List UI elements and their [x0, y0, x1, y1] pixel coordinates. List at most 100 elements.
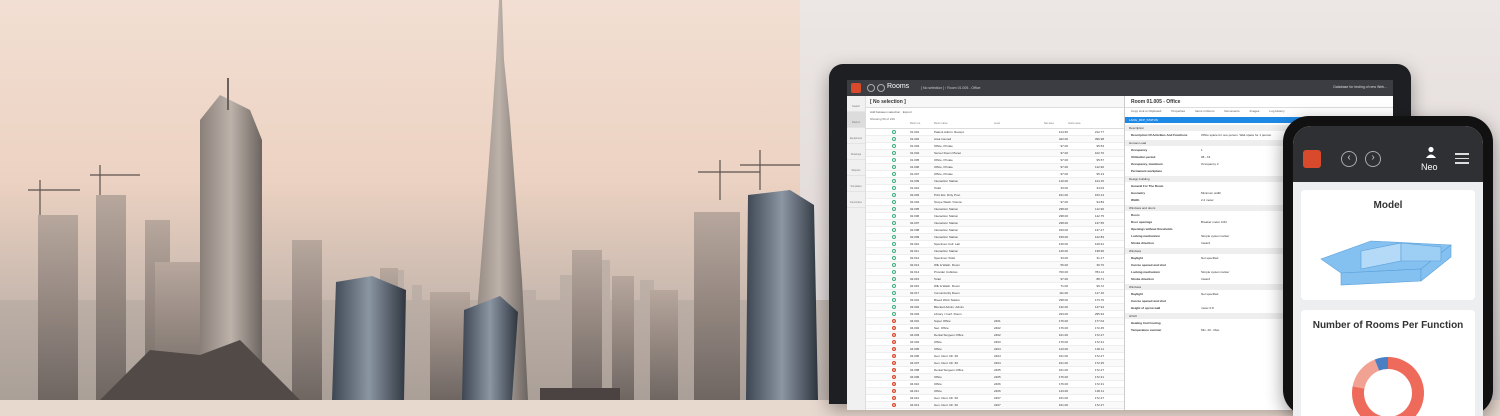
table-row[interactable]: 02.016 Wlk & Wash. Room 71.00 99.72: [866, 283, 1124, 290]
table-row[interactable]: 01.006 Office, Private 97.00 112.90: [866, 164, 1124, 171]
table-row[interactable]: 01.004 Server Room Planet 97.00 102.70: [866, 150, 1124, 157]
database-label[interactable]: Database for testing of new Web...: [1333, 85, 1387, 89]
table-row[interactable]: 04.010 Office 2406 176.00 172.31: [866, 381, 1124, 388]
table-row[interactable]: 02.005 Interaction Station 238.00 112.90: [866, 206, 1124, 213]
table-row[interactable]: 04.006 Gen. Dent. Dir. 60 2404 161.00 172.27: [866, 353, 1124, 360]
table-cell: Office, Private: [934, 165, 953, 169]
detail-tab[interactable]: Log History: [1269, 109, 1284, 116]
table-cell: 137.55: [1094, 221, 1104, 225]
rail-item-drawings[interactable]: Drawings: [847, 144, 865, 160]
list-toolbar[interactable]: Add between selection · Export: [866, 108, 1124, 116]
table-cell: 172.31: [1094, 375, 1104, 379]
app-logo[interactable]: [851, 83, 861, 93]
table-row[interactable]: 02.006 Interaction Station 238.00 142.75: [866, 213, 1124, 220]
property-value[interactable]: Inward: [1201, 241, 1210, 245]
property-value[interactable]: Inward: [1201, 277, 1210, 281]
detail-tab[interactable]: Properties: [1171, 109, 1185, 116]
model-3d-view[interactable]: [1301, 211, 1475, 291]
property-value[interactable]: Minimum width: [1201, 191, 1221, 195]
back-icon[interactable]: [867, 84, 875, 92]
table-cell: Dental Surgeon Office: [934, 333, 964, 337]
table-row[interactable]: 03.002 Blocked Admin. Admin 132.00 147.94: [866, 304, 1124, 311]
table-cell: 176.00: [1058, 382, 1068, 386]
breadcrumb[interactable]: [ No selection ] › Room 01.005 - Office: [921, 86, 980, 90]
table-row[interactable]: 01.001 Patient Admin. Recept. 124.60 212.77: [866, 129, 1124, 136]
property-value[interactable]: 08 - 16: [1201, 155, 1210, 159]
menu-icon[interactable]: [1455, 153, 1469, 167]
table-cell: 238.00: [1058, 298, 1068, 302]
table-row[interactable]: 02.012 Specimen Toilet 33.00 31.17: [866, 255, 1124, 262]
table-cell: Immunize/Inj Room: [934, 291, 960, 295]
table-row[interactable]: 02.007 Interaction Station 238.00 137.55: [866, 220, 1124, 227]
table-cell: Breed Work Station: [934, 298, 960, 302]
table-row[interactable]: 02.011 Interaction Station 140.00 138.96: [866, 248, 1124, 255]
table-row[interactable]: 02.017 Immunize/Inj Room 111.00 117.16: [866, 290, 1124, 297]
table-row[interactable]: 02.004 Scope Wash / Decon 97.00 94.83: [866, 199, 1124, 206]
status-icon: [892, 291, 896, 295]
table-row[interactable]: 01.005 Office, Private 97.00 95.57: [866, 157, 1124, 164]
rail-item-rooms[interactable]: Rooms: [847, 112, 865, 128]
table-row[interactable]: 01.010 Toilet 33.00 34.03: [866, 185, 1124, 192]
user-name[interactable]: Neo: [1421, 162, 1438, 172]
app-logo[interactable]: [1303, 150, 1321, 168]
table-row[interactable]: 04.005 Office 2404 143.00 130.11: [866, 346, 1124, 353]
property-value[interactable]: Not specified: [1201, 292, 1218, 296]
property-value[interactable]: Simple system locker: [1201, 234, 1229, 238]
table-row[interactable]: 03.003 Library / Conf. Room 243.00 295.94: [866, 311, 1124, 318]
table-row[interactable]: 04.013 Gen. Dent. Dir. 60 2407 161.00 172.27: [866, 402, 1124, 409]
rooms-donut-chart[interactable]: [1301, 331, 1475, 416]
table-row[interactable]: 04.012 Gen. Dent. Dir. 60 2407 161.00 172.27: [866, 395, 1124, 402]
table-row[interactable]: 01.009 Interaction Station 110.00 124.15: [866, 178, 1124, 185]
detail-tab[interactable]: Documents: [1224, 109, 1239, 116]
table-row[interactable]: 02.014 Provider Cubicles 700.00 784.14: [866, 269, 1124, 276]
property-value[interactable]: Not specified: [1201, 256, 1218, 260]
table-row[interactable]: 02.010 Specimen Coll. Lab 126.00 129.91: [866, 241, 1124, 248]
rail-item-equipment[interactable]: Equipment: [847, 128, 865, 144]
table-row[interactable]: 04.004 Office 2403 176.00 172.31: [866, 339, 1124, 346]
table-row[interactable]: 02.013 Wlk & Wash. Room 56.00 39.70: [866, 262, 1124, 269]
table-row[interactable]: 04.009 Office 2405 176.00 172.31: [866, 374, 1124, 381]
table-row[interactable]: 02.008 Interaction Station 159.00 137.27: [866, 227, 1124, 234]
table-row[interactable]: 03.001 Breed Work Station 238.00 173.76: [866, 297, 1124, 304]
back-icon[interactable]: ‹: [1341, 151, 1357, 167]
table-row[interactable]: 04.002 Sec. Office 2402 176.00 172.45: [866, 325, 1124, 332]
property-value[interactable]: Office space for one person. Wait space …: [1201, 133, 1272, 137]
property-value[interactable]: meter 0.8: [1201, 306, 1214, 310]
donut-slice[interactable]: [1352, 359, 1380, 389]
table-row[interactable]: 01.003 Office, Private 97.00 95.53: [866, 143, 1124, 150]
table-row[interactable]: 01.002 Area Insured 422.00 496.98: [866, 136, 1124, 143]
status-icon: [892, 200, 896, 204]
rail-item-favourites[interactable]: Favourites: [847, 192, 865, 208]
rail-item-reports[interactable]: Reports: [847, 160, 865, 176]
detail-tab[interactable]: Items in Room: [1195, 109, 1214, 116]
detail-tab[interactable]: Images: [1250, 109, 1260, 116]
table-cell: 2404: [994, 354, 1001, 358]
table-cell: 172.31: [1094, 382, 1104, 386]
property-value[interactable]: Occupancy 2: [1201, 162, 1219, 166]
property-value[interactable]: 1: [1201, 148, 1203, 152]
user-icon[interactable]: [1425, 146, 1437, 158]
phone-screen: ‹ › Neo Model Number of Rooms Per Functi…: [1293, 126, 1483, 416]
property-value[interactable]: 2.2 meter: [1201, 198, 1214, 202]
table-row[interactable]: 04.003 Dental Surgeon Office 2402 161.00 172…: [866, 332, 1124, 339]
rail-item-templates[interactable]: Templates: [847, 176, 865, 192]
table-row[interactable]: 04.007 Gen. Dent. Dir. 60 2404 161.00 172.25: [866, 360, 1124, 367]
table-row[interactable]: 02.003 Print Etc. Dirty Proc. 161.00 153.13: [866, 192, 1124, 199]
table-row[interactable]: 04.011 Office 2406 143.00 130.11: [866, 388, 1124, 395]
table-row[interactable]: 02.015 Toilet 97.00 88.71: [866, 276, 1124, 283]
rail-item-search[interactable]: Search: [847, 96, 865, 112]
property-value[interactable]: Breaker meter 0.84: [1201, 220, 1227, 224]
table-cell: Scope Wash / Decon: [934, 200, 963, 204]
list-column-header[interactable]: Room no. Room name Level Net area Gross …: [866, 122, 1124, 129]
detail-tab[interactable]: Copy Link to Clipboard: [1131, 109, 1161, 116]
forward-icon[interactable]: ›: [1365, 151, 1381, 167]
forward-icon[interactable]: [877, 84, 885, 92]
table-row[interactable]: 04.014Gen. Dent. Dir. 602408161.00172.27: [866, 409, 1124, 410]
table-row[interactable]: 04.008 Dental Surgeon Office 2405 161.00 172…: [866, 367, 1124, 374]
property-value[interactable]: Min. 20 - Max.: [1201, 328, 1220, 332]
table-row[interactable]: 04.001 Super Office 2401 176.00 177.04: [866, 318, 1124, 325]
table-cell: 110.00: [1059, 179, 1068, 183]
table-row[interactable]: 01.007 Office, Private 97.00 95.13: [866, 171, 1124, 178]
property-value[interactable]: Simple system locker: [1201, 270, 1229, 274]
table-row[interactable]: 02.009 Interaction Station 159.00 122.83: [866, 234, 1124, 241]
